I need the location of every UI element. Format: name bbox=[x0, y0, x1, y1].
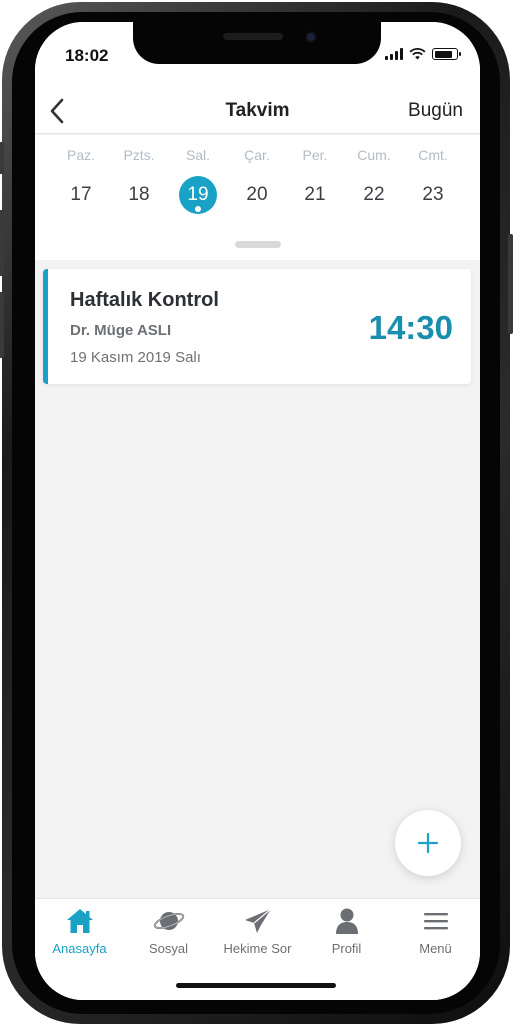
tab-sosyal[interactable]: Sosyal bbox=[124, 905, 213, 956]
week-calendar-strip: Paz. 17 Pzts. 18 Sal. 19 Çar. 20 Per. 21… bbox=[35, 135, 480, 260]
day-cell-wednesday[interactable]: Çar. 20 bbox=[227, 147, 287, 214]
day-cell-sunday[interactable]: Paz. 17 bbox=[51, 147, 111, 214]
day-number: 22 bbox=[363, 184, 385, 205]
earpiece-speaker bbox=[223, 33, 283, 40]
day-number: 17 bbox=[70, 184, 92, 205]
day-number: 20 bbox=[246, 184, 268, 205]
nav-header: Takvim Bugün bbox=[35, 92, 480, 134]
paper-plane-icon bbox=[244, 908, 271, 933]
volume-down-button bbox=[0, 292, 4, 358]
appointment-doctor: Dr. Müge ASLI bbox=[70, 322, 172, 339]
today-button[interactable]: Bugün bbox=[408, 100, 463, 122]
plus-icon bbox=[417, 832, 439, 854]
battery-icon bbox=[432, 48, 461, 60]
drag-handle[interactable] bbox=[235, 241, 281, 248]
tab-label: Hekime Sor bbox=[223, 941, 292, 956]
mute-switch bbox=[0, 142, 4, 174]
tab-label: Anasayfa bbox=[52, 941, 107, 956]
device-notch bbox=[133, 22, 381, 64]
home-indicator[interactable] bbox=[176, 983, 336, 988]
person-icon bbox=[335, 908, 358, 934]
day-name: Cmt. bbox=[418, 147, 448, 163]
day-number: 21 bbox=[304, 184, 326, 205]
wifi-icon bbox=[409, 48, 426, 60]
appointment-date: 19 Kasım 2019 Salı bbox=[70, 349, 201, 366]
tab-menu[interactable]: Menü bbox=[391, 905, 480, 956]
status-time: 18:02 bbox=[65, 46, 109, 65]
appointment-time: 14:30 bbox=[368, 309, 453, 346]
day-cell-monday[interactable]: Pzts. 18 bbox=[109, 147, 169, 214]
add-appointment-button[interactable] bbox=[395, 810, 461, 876]
tab-label: Sosyal bbox=[148, 941, 189, 956]
front-camera bbox=[305, 31, 317, 43]
cellular-signal-icon bbox=[385, 48, 403, 60]
day-name: Cum. bbox=[357, 147, 391, 163]
day-cell-friday[interactable]: Cum. 22 bbox=[344, 147, 404, 214]
power-button bbox=[508, 234, 513, 334]
app-screen: 18:02 Takvim Bugün Paz. 17 Pzts. 18 Sal.… bbox=[35, 22, 480, 1000]
day-cell-tuesday[interactable]: Sal. 19 bbox=[168, 147, 228, 214]
day-name: Paz. bbox=[66, 147, 95, 163]
day-number: 19 bbox=[179, 176, 217, 214]
volume-up-button bbox=[0, 210, 4, 276]
day-name: Per. bbox=[302, 147, 328, 163]
day-name: Çar. bbox=[244, 147, 270, 163]
status-icons bbox=[385, 48, 461, 60]
day-number: 23 bbox=[422, 184, 444, 205]
tab-profil[interactable]: Profil bbox=[302, 905, 391, 956]
planet-icon bbox=[153, 912, 184, 930]
appointment-card[interactable]: Haftalık Kontrol Dr. Müge ASLI 19 Kasım … bbox=[43, 269, 471, 384]
tab-label: Profil bbox=[331, 941, 362, 956]
tab-label: Menü bbox=[419, 941, 452, 956]
battery-level-fill bbox=[434, 50, 453, 58]
day-cell-saturday[interactable]: Cmt. 23 bbox=[403, 147, 463, 214]
appointment-title: Haftalık Kontrol bbox=[70, 289, 219, 311]
day-name: Pzts. bbox=[123, 147, 155, 163]
day-number: 18 bbox=[128, 184, 150, 205]
home-icon bbox=[66, 909, 93, 933]
tab-anasayfa[interactable]: Anasayfa bbox=[35, 905, 124, 956]
tab-hekime-sor[interactable]: Hekime Sor bbox=[213, 905, 302, 956]
hamburger-menu-icon bbox=[423, 913, 448, 930]
day-name: Sal. bbox=[185, 147, 211, 163]
day-cell-thursday[interactable]: Per. 21 bbox=[285, 147, 345, 214]
